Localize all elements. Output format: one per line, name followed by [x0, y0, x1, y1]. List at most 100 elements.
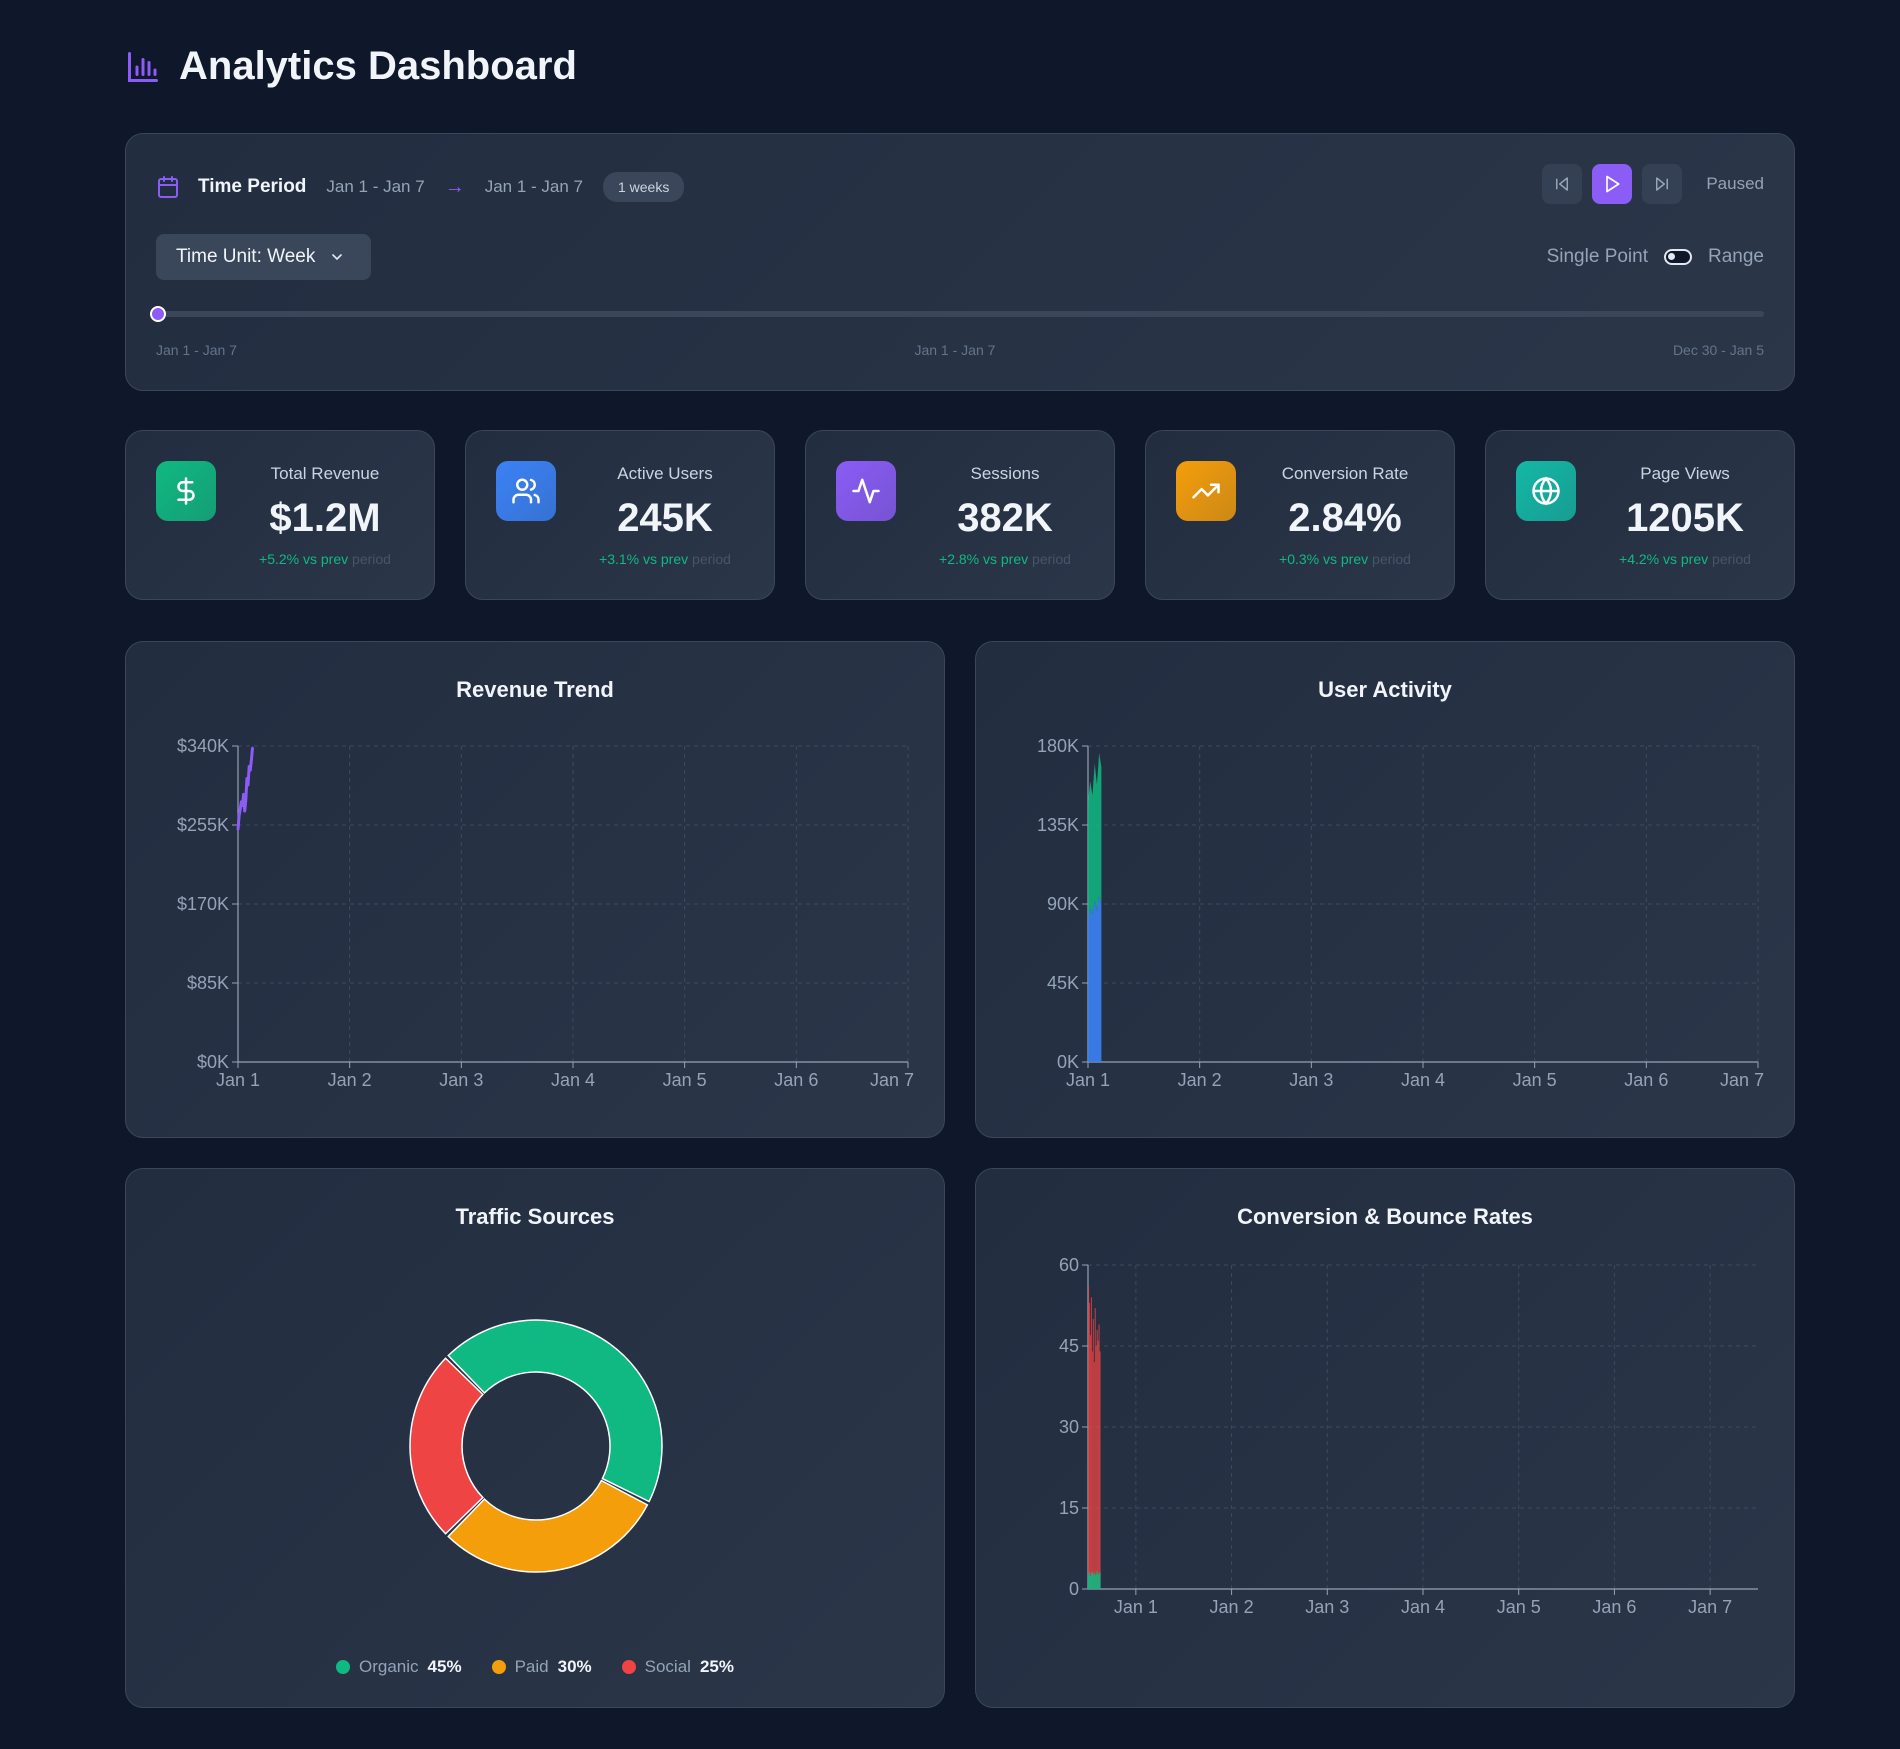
- x-tick-label: Jan 4: [1401, 1070, 1445, 1090]
- kpi-label: Page Views: [1640, 464, 1730, 483]
- mode-single-point-label: Single Point: [1546, 246, 1648, 267]
- time-unit-select[interactable]: Time Unit: Week: [156, 234, 371, 280]
- duration-badge: 1 weeks: [602, 172, 685, 202]
- bar-chart-icon: [128, 51, 158, 82]
- revenue-point: [245, 777, 249, 780]
- x-tick-label: Jan 4: [551, 1070, 595, 1090]
- x-tick-label: Jan 2: [328, 1070, 372, 1090]
- calendar-icon: [158, 176, 178, 198]
- kpi-card-users: Active Users 245K +3.1% vs prev period: [465, 430, 775, 600]
- conversion-bar: [1091, 1571, 1093, 1589]
- time-slider[interactable]: [150, 306, 1764, 322]
- x-tick-label: Jan 7: [870, 1070, 914, 1090]
- bounce-bar: [1094, 1308, 1096, 1589]
- x-tick-label: Jan 1: [1066, 1070, 1110, 1090]
- playback-controls: Paused: [1542, 164, 1764, 204]
- bounce-bar: [1095, 1346, 1097, 1589]
- revenue-point: [246, 783, 250, 787]
- revenue-point: [240, 800, 243, 803]
- kpi-change-suffix: period: [688, 551, 731, 567]
- kpi-value: 2.84%: [1288, 496, 1402, 540]
- revenue-point: [251, 746, 254, 750]
- legend-value: 30%: [557, 1657, 592, 1676]
- revenue-point: [237, 814, 241, 817]
- x-tick-label: Jan 2: [1178, 1070, 1222, 1090]
- x-tick-label: Jan 3: [1305, 1597, 1349, 1617]
- bounce-bar: [1088, 1286, 1090, 1589]
- y-tick-label: 0K: [1057, 1052, 1079, 1072]
- kpi-value: $1.2M: [269, 496, 381, 540]
- bounce-bar: [1093, 1362, 1095, 1589]
- play-button[interactable]: [1592, 164, 1633, 204]
- slider-label-end: Dec 30 - Jan 5: [1672, 342, 1764, 358]
- kpi-change: +3.1% vs prev: [599, 551, 689, 567]
- kpi-icon-box: [156, 461, 216, 521]
- arrow-right-icon: →: [444, 175, 465, 198]
- conversion-bar: [1097, 1574, 1099, 1589]
- slider-thumb[interactable]: [150, 306, 166, 322]
- time-period-label: Time Period: [198, 176, 307, 197]
- skip-back-button[interactable]: [1542, 164, 1583, 204]
- legend-item-organic[interactable]: Organic 45%: [336, 1657, 462, 1677]
- y-tick-label: 45: [1059, 1336, 1079, 1356]
- y-tick-label: 180K: [1037, 736, 1079, 756]
- legend-item-social[interactable]: Social 25%: [621, 1657, 734, 1677]
- traffic-sources-chart: [409, 1319, 663, 1573]
- kpi-change-suffix: period: [1028, 551, 1071, 567]
- x-tick-label: Jan 6: [1592, 1597, 1636, 1617]
- kpi-change: +2.8% vs prev: [939, 551, 1029, 567]
- kpi-icon-box: [1176, 461, 1236, 521]
- skip-forward-button[interactable]: [1642, 164, 1683, 204]
- revenue-point: [236, 828, 240, 831]
- slider-label-start: Jan 1 - Jan 7: [156, 342, 237, 358]
- bounce-bar: [1097, 1340, 1099, 1589]
- y-tick-label: 45K: [1047, 973, 1079, 993]
- conversion-bar: [1098, 1573, 1100, 1589]
- kpi-label: Total Revenue: [270, 464, 380, 483]
- kpi-value: 1205K: [1626, 496, 1744, 540]
- kpi-card-pageviews: Page Views 1205K +4.2% vs prev period: [1485, 430, 1795, 600]
- x-tick-label: Jan 1: [1114, 1597, 1158, 1617]
- revenue-point: [242, 793, 245, 796]
- kpi-value: 382K: [957, 496, 1053, 540]
- kpi-card-revenue: Total Revenue $1.2M +5.2% vs prev period: [125, 430, 435, 600]
- conversion-bar: [1095, 1573, 1097, 1589]
- y-tick-label: $170K: [177, 894, 229, 914]
- playback-status: Paused: [1706, 174, 1764, 193]
- legend-dot: [621, 1660, 636, 1674]
- revenue-trend-panel: Revenue Trend $0K $85K $170K $255K $340K Jan …: [125, 641, 945, 1138]
- kpi-change-suffix: period: [348, 551, 391, 567]
- x-tick-label: Jan 3: [439, 1070, 483, 1090]
- y-tick-label: $0K: [197, 1052, 229, 1072]
- revenue-trend-chart: $0K $85K $170K $255K $340K Jan 1 Jan 2 Jan 3 Jan…: [177, 736, 914, 1090]
- legend-item-paid[interactable]: Paid 30%: [491, 1657, 592, 1677]
- x-tick-label: Jan 6: [774, 1070, 818, 1090]
- skip-back-icon: [1556, 177, 1569, 191]
- conversion-bar: [1094, 1575, 1096, 1589]
- legend-value: 25%: [699, 1657, 734, 1676]
- mode-range-label: Range: [1708, 246, 1764, 267]
- globe-icon: [1532, 476, 1560, 506]
- conversion-bar: [1088, 1572, 1091, 1589]
- user-activity-panel: User Activity 0K 45K 90K 135K 180K Jan 1 Jan 2…: [975, 641, 1795, 1138]
- time-unit-value: Time Unit: Week: [176, 246, 316, 267]
- kpi-change: +0.3% vs prev: [1279, 551, 1369, 567]
- bounce-bar: [1098, 1324, 1100, 1589]
- bounce-bar: [1096, 1329, 1098, 1589]
- y-tick-label: $255K: [177, 815, 229, 835]
- bounce-bar: [1088, 1302, 1091, 1589]
- conversion-bar: [1093, 1572, 1095, 1589]
- conversion-bar: [1092, 1574, 1094, 1589]
- page-title: Analytics Dashboard: [179, 44, 577, 88]
- time-period-panel: Time Period Jan 1 - Jan 7 → Jan 1 - Jan …: [125, 133, 1795, 391]
- kpi-card-sessions: Sessions 382K +2.8% vs prev period: [805, 430, 1115, 600]
- kpi-change: +4.2% vs prev: [1619, 551, 1709, 567]
- revenue-point: [244, 798, 248, 802]
- kpi-label: Conversion Rate: [1281, 464, 1409, 483]
- x-tick-label: Jan 5: [1513, 1070, 1557, 1090]
- mode-toggle-switch[interactable]: [1664, 249, 1692, 265]
- y-tick-label: 0: [1069, 1579, 1079, 1599]
- dollar-icon: [177, 477, 195, 505]
- kpi-change-suffix: period: [1708, 551, 1751, 567]
- y-tick-label: $340K: [177, 736, 229, 756]
